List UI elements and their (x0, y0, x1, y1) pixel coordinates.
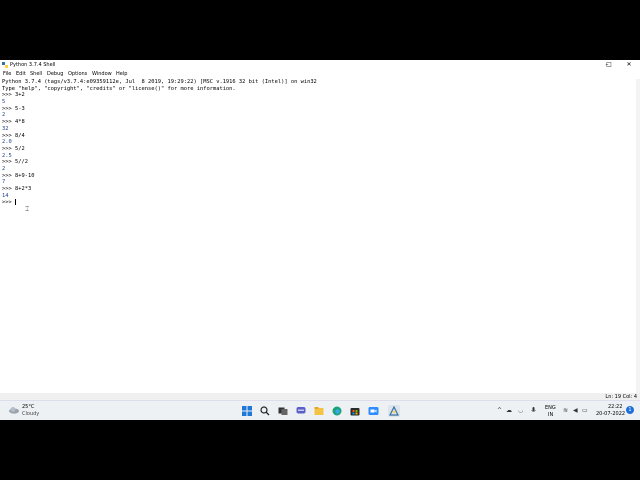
clock-time[interactable]: 22:22 (608, 404, 622, 410)
volume-icon[interactable]: ◀ (573, 407, 578, 414)
input-text: 8+9-10 (14, 172, 35, 179)
input-text: 5//2 (14, 159, 28, 166)
weather-condition[interactable]: Cloudy (22, 411, 39, 417)
output-line: 5 (2, 99, 6, 106)
input-line: >>> 5/2 (2, 146, 632, 153)
banner-line: Type "help", "copyright", "credits" or "… (2, 85, 236, 92)
shell-prompt: >>> (2, 119, 15, 126)
windows-start-icon[interactable] (241, 405, 253, 417)
taskbar: 25°C Cloudy ^ ☁ ◡ ENG IN ≋ ◀ ▭ 22:22 20-… (0, 400, 640, 420)
shell-prompt: >>> (2, 132, 15, 139)
shell-lines: Python 3.7.4 (tags/v3.7.4:e09359112e, Ju… (2, 79, 632, 209)
menu-debug[interactable]: Debug (47, 70, 63, 78)
menu-shell[interactable]: Shell (30, 70, 42, 78)
input-line: >>> 3+2 (2, 92, 632, 99)
desktop-screen: Python 3.7.4 Shell – □ ✕ File Edit Shell… (0, 60, 640, 420)
input-text: 4*8 (14, 119, 25, 126)
close-button[interactable]: ✕ (620, 60, 638, 70)
output-line: 2.5 (2, 152, 12, 159)
maximize-button[interactable]: □ (601, 60, 617, 70)
store-icon[interactable] (349, 405, 361, 417)
input-text: 8+2*3 (14, 186, 32, 192)
shell-prompt: >>> (2, 105, 15, 112)
text-caret (14, 199, 16, 206)
shell-prompt: >>> (2, 199, 15, 206)
shell-prompt: >>> (2, 159, 15, 166)
microphone-icon[interactable] (531, 407, 536, 416)
menu-help[interactable]: Help (116, 70, 127, 78)
chat-icon[interactable] (295, 405, 307, 417)
python-icon (2, 62, 8, 68)
battery-icon[interactable]: ▭ (582, 407, 588, 414)
search-icon[interactable] (259, 405, 271, 417)
output-line: 14 (2, 192, 9, 199)
input-line: >>> 8/4 (2, 133, 632, 140)
python-idle-icon[interactable] (388, 405, 400, 417)
region-indicator[interactable]: IN (548, 412, 553, 418)
menu-bar: File Edit Shell Debug Options Window Hel… (0, 70, 640, 78)
title-bar[interactable]: Python 3.7.4 Shell – □ ✕ (0, 60, 640, 70)
video-call-icon[interactable] (367, 405, 379, 417)
output-line: 2 (2, 165, 6, 172)
input-line: >>> 8+2*3 (2, 186, 632, 193)
ibeam-cursor-icon: ⌶ (25, 205, 30, 213)
menu-edit[interactable]: Edit (16, 70, 26, 78)
input-text: 5/2 (14, 145, 25, 152)
cloud-icon[interactable] (8, 406, 20, 414)
task-view-icon[interactable] (277, 405, 289, 417)
output-line: 2.0 (2, 139, 12, 146)
shell-prompt: >>> (2, 172, 15, 179)
menu-window[interactable]: Window (92, 70, 112, 78)
banner-line: Python 3.7.4 (tags/v3.7.4:e09359112e, Ju… (2, 79, 317, 85)
input-line: >>> 8+9-10 (2, 173, 632, 180)
edge-browser-icon[interactable] (331, 405, 343, 417)
current-input-line[interactable]: >>> (2, 199, 632, 206)
clock-date[interactable]: 20-07-2022 (596, 411, 625, 417)
output-line: 2 (2, 112, 6, 119)
shell-prompt: >>> (2, 92, 15, 99)
notification-badge[interactable]: 1 (626, 406, 634, 414)
shell-prompt: >>> (2, 186, 15, 192)
input-text: 5-3 (14, 105, 25, 112)
input-line: >>> 4*8 (2, 119, 632, 126)
menu-file[interactable]: File (3, 70, 11, 78)
input-text: 8/4 (14, 132, 25, 139)
language-indicator[interactable]: ENG (545, 405, 556, 411)
output-line: 32 (2, 125, 9, 132)
vertical-scrollbar[interactable] (636, 79, 640, 393)
input-line: >>> 5-3 (2, 106, 632, 113)
input-text: 3+2 (14, 92, 25, 99)
shell-prompt: >>> (2, 145, 15, 152)
input-line: >>> 5//2 (2, 159, 632, 166)
file-explorer-icon[interactable] (313, 405, 325, 417)
wifi-icon[interactable]: ≋ (563, 407, 568, 414)
menu-options[interactable]: Options (68, 70, 87, 78)
output-line: 7 (2, 179, 6, 186)
onedrive-icon[interactable]: ☁ (506, 407, 512, 414)
chevron-up-icon[interactable]: ^ (497, 407, 502, 414)
shell-text-area[interactable]: Python 3.7.4 (tags/v3.7.4:e09359112e, Ju… (0, 79, 636, 420)
network-icon[interactable]: ◡ (518, 407, 523, 414)
weather-temperature[interactable]: 25°C (22, 404, 34, 410)
window-title: Python 3.7.4 Shell (10, 62, 56, 68)
